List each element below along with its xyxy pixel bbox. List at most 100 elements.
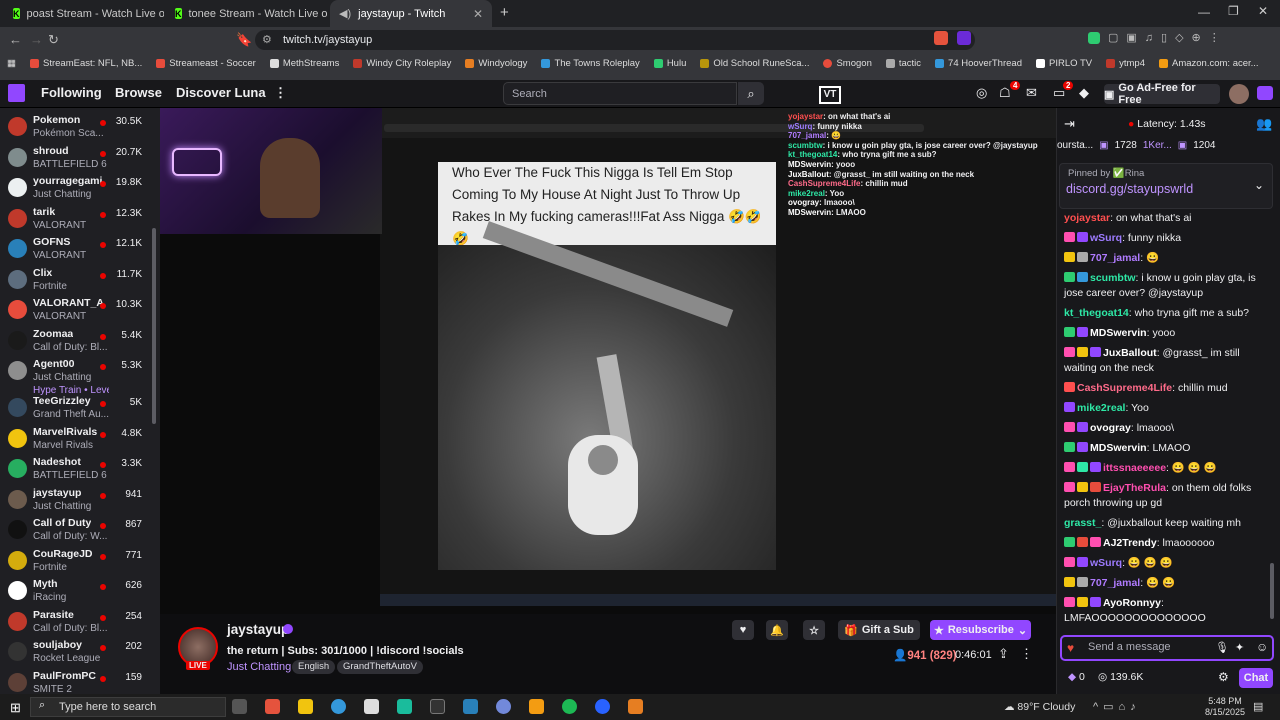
taskbar-search-input[interactable]: Type here to search (30, 697, 226, 717)
chat-username[interactable]: yojaystar (1064, 212, 1110, 224)
nav-discover-luna[interactable]: Discover Luna (176, 85, 266, 100)
pinned-link[interactable]: discord.gg/stayupswrld (1066, 182, 1193, 196)
close-tab-icon[interactable]: ✕ (473, 7, 483, 21)
notification-center-icon[interactable]: ▤ (1253, 700, 1263, 713)
emote-icon[interactable]: ☺ (1256, 640, 1268, 654)
chat-username[interactable]: mike2real (1077, 402, 1125, 414)
community-icon[interactable]: 👥 (1256, 116, 1272, 132)
notifications-icon[interactable]: ☖ (999, 85, 1011, 101)
extension-icon[interactable] (1088, 32, 1100, 44)
spotify-icon[interactable] (562, 699, 577, 714)
app-icon[interactable] (397, 699, 412, 714)
more-options-icon[interactable]: ⋮ (1020, 646, 1033, 662)
browser-tab-tonee[interactable]: Ktonee Stream - Watch Live on Kick (166, 0, 328, 27)
chat-username[interactable]: scumbtw (1090, 272, 1136, 284)
minimize-button[interactable]: — (1198, 5, 1210, 19)
system-tray[interactable]: ^▭⌂♪ (1093, 700, 1141, 713)
user-avatar[interactable] (1229, 84, 1249, 104)
chat-username[interactable]: MDSwervin (1090, 442, 1147, 454)
chat-username[interactable]: kt_thegoat14 (1064, 307, 1129, 319)
app-icon[interactable] (628, 699, 643, 714)
bits-balance[interactable]: ◆ 0 (1068, 671, 1085, 683)
bookmark-9[interactable]: tactic (879, 58, 928, 69)
tag-english[interactable]: English (292, 660, 336, 674)
share-icon[interactable]: ⇪ (998, 646, 1009, 662)
apps-icon[interactable]: ▦ (0, 58, 23, 69)
new-tab-button[interactable]: + (500, 4, 509, 21)
url-bar[interactable]: twitch.tv/jaystayup (255, 30, 975, 50)
sidebar-channel[interactable]: Agent00 Just Chatting 5.3K Hype Train • Lev… (0, 355, 160, 396)
chat-settings-icon[interactable]: ⚙ (1218, 670, 1229, 684)
file-explorer-icon[interactable] (298, 699, 313, 714)
chat-username[interactable]: CashSupreme4Life (1077, 382, 1172, 394)
resubscribe-button[interactable]: ★ Resubscribe ⌄ (930, 620, 1031, 640)
stream-category-link[interactable]: Just Chatting (227, 661, 291, 673)
brave-app-icon[interactable] (265, 699, 280, 714)
bookmark-1[interactable]: Streameast - Soccer (149, 58, 263, 69)
gift-a-sub-button[interactable]: 🎁 Gift a Sub (838, 620, 920, 640)
bookmark-6[interactable]: Hulu (647, 58, 694, 69)
bookmark-8[interactable]: Smogon (816, 58, 878, 69)
back-icon[interactable]: ← (9, 32, 22, 47)
streamer-name[interactable]: jaystayup (227, 622, 289, 637)
chat-username[interactable]: wSurq (1090, 557, 1122, 569)
browser-tab-twitch[interactable]: ◀) jaystayup - Twitch ✕ (330, 0, 492, 27)
bits-icon[interactable]: ◆ (1079, 85, 1089, 101)
chat-username[interactable]: ittssnaeeeee (1103, 462, 1166, 474)
channel-points[interactable]: ◎ 139.6K (1098, 671, 1143, 683)
search-icon[interactable]: ⌕ (738, 82, 764, 105)
pinned-message[interactable]: Pinned by ✅Rina discord.gg/stayupswrld ⌄ (1059, 163, 1273, 209)
chat-username[interactable]: EjayTheRula (1103, 482, 1166, 494)
chat-username[interactable]: JuxBallout (1103, 347, 1157, 359)
chat-send-button[interactable]: Chat (1239, 668, 1273, 688)
discord-icon[interactable] (496, 699, 511, 714)
bookmark-3[interactable]: Windy City Roleplay (346, 58, 458, 69)
collapse-chat-icon[interactable]: ⇥ (1064, 116, 1075, 132)
chat-scrollbar[interactable] (1270, 563, 1274, 619)
chat-username[interactable]: 707_jamal (1090, 577, 1140, 589)
sidebar-scrollbar[interactable] (152, 228, 156, 424)
reload-icon[interactable]: ↻ (48, 32, 59, 48)
prime-icon[interactable]: ◎ (976, 85, 987, 101)
edge-icon[interactable] (331, 699, 346, 714)
bookmark-13[interactable]: Amazon.com: acer... (1152, 58, 1266, 69)
favorite-star-button[interactable]: ☆ (803, 620, 825, 640)
chevron-down-icon[interactable]: ⌄ (1254, 178, 1264, 192)
bookmark-5[interactable]: The Towns Roleplay (534, 58, 646, 69)
bookmark-icon[interactable]: 🔖 (236, 32, 252, 48)
sidebar-channel[interactable]: PaulFromPC SMITE 2 159 (0, 667, 160, 694)
task-view-icon[interactable] (232, 699, 247, 714)
inbox-icon[interactable]: ✉ (1026, 85, 1037, 101)
more-menu-icon[interactable]: ⋮ (274, 85, 287, 101)
brave-rewards-icon[interactable] (957, 31, 971, 45)
twitch-logo-icon[interactable] (8, 84, 25, 102)
notification-bell-button[interactable]: 🔔 (766, 620, 788, 640)
bookmark-12[interactable]: ytmp4 (1099, 58, 1152, 69)
weather-widget[interactable]: ☁ 89°F Cloudy (1004, 701, 1075, 713)
brave-shields-icon[interactable] (934, 31, 948, 45)
app-icon[interactable] (364, 699, 379, 714)
chat-username[interactable]: AJ2Trendy (1103, 537, 1157, 549)
bookmark-0[interactable]: StreamEast: NFL, NB... (23, 58, 149, 69)
windows-start-icon[interactable]: ⊞ (10, 700, 21, 716)
chat-username[interactable]: MDSwervin (1090, 327, 1147, 339)
go-ad-free-button[interactable]: ▣ Go Ad-Free for Free (1104, 82, 1220, 106)
vt-extension-icon[interactable]: VT (819, 86, 841, 104)
chat-username[interactable]: 707_jamal (1090, 252, 1140, 264)
user-menu-icon[interactable] (1257, 86, 1273, 100)
video-player[interactable]: Who Ever The Fuck This Nigga Is Tell Em … (160, 108, 1056, 614)
chat-username[interactable]: ovogray (1090, 422, 1131, 434)
app-icon[interactable] (463, 699, 478, 714)
app-icon[interactable] (529, 699, 544, 714)
chat-username[interactable]: AyoRonnyy (1103, 597, 1161, 609)
bookmark-7[interactable]: Old School RuneSca... (693, 58, 816, 69)
follow-heart-button[interactable]: ♥ (732, 620, 754, 640)
nav-following[interactable]: Following (41, 85, 102, 100)
extensions-area[interactable]: ▢▣♫▯◇⊕⋮ (1108, 31, 1268, 45)
app-icon[interactable] (595, 699, 610, 714)
tag-gta[interactable]: GrandTheftAutoV (337, 660, 423, 674)
nav-browse[interactable]: Browse (115, 85, 162, 100)
clock[interactable]: 5:48 PM 8/15/2025 (1205, 696, 1245, 718)
app-icon[interactable] (430, 699, 445, 714)
microphone-icon[interactable]: 🎙 (1215, 641, 1229, 654)
